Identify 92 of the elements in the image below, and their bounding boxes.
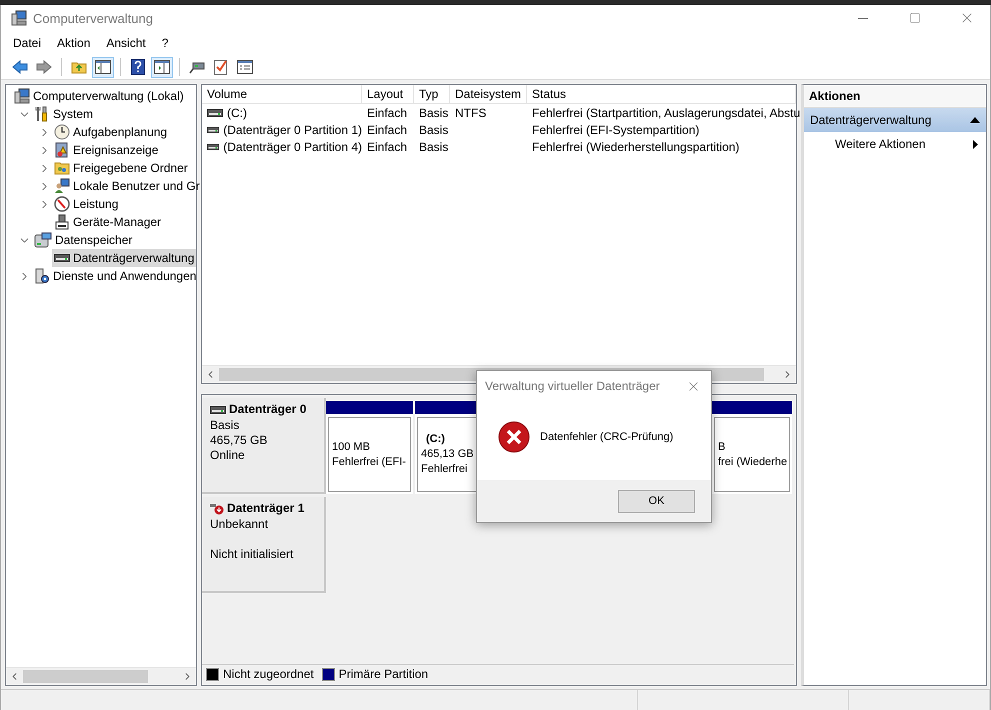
help-icon	[131, 59, 145, 75]
table-cell: (C:)	[227, 106, 247, 120]
checklist-icon	[214, 59, 228, 75]
column-header[interactable]: Typ	[414, 85, 450, 104]
drive-icon	[207, 142, 220, 150]
tree-item[interactable]: Dienste und Anwendungen	[32, 267, 198, 285]
folder-icon	[71, 60, 87, 74]
tools-icon	[34, 106, 50, 122]
menu-item[interactable]: Datei	[5, 33, 50, 53]
partition-status: Fehlerfrei	[421, 462, 468, 477]
partition-block[interactable]: B frei (Wiederhe	[712, 401, 792, 494]
properties-icon	[237, 60, 253, 74]
disk-status: Online	[210, 448, 246, 463]
device-icon	[54, 214, 70, 230]
table-cell: Basis	[419, 140, 448, 154]
disk-info-panel[interactable]: Datenträger 0 Basis 465,75 GB Online	[202, 398, 326, 494]
actions-header: Aktionen	[804, 85, 986, 108]
table-cell: (Datenträger 0 Partition 1)	[223, 122, 362, 136]
column-header[interactable]: Volume	[202, 85, 362, 104]
table-cell: Basis	[419, 122, 448, 136]
disk-type: Unbekannt	[210, 517, 270, 532]
action-link[interactable]: Weitere Aktionen	[804, 132, 986, 156]
partition-size: 465,13 GB	[421, 447, 474, 462]
partition-status: frei (Wiederhe	[718, 454, 788, 470]
table-cell: Fehlerfrei (Wiederherstellungspartition)	[532, 140, 740, 154]
error-icon	[498, 420, 530, 452]
tree-item[interactable]: Datenspeicher	[32, 231, 196, 249]
drive-icon	[54, 254, 70, 262]
disk-size: 465,75 GB	[210, 433, 268, 448]
gauge-icon	[54, 196, 70, 212]
dialog-title: Verwaltung virtueller Datenträger	[485, 379, 661, 393]
submenu-triangle-icon	[973, 140, 978, 148]
toolbar-button[interactable]	[92, 56, 114, 78]
ok-button[interactable]: OK	[618, 490, 695, 512]
pane-icon	[95, 60, 111, 74]
tree-item[interactable]: Leistung	[52, 195, 196, 213]
menu-item[interactable]: ?	[154, 33, 176, 53]
clock-icon	[54, 124, 70, 140]
table-cell: Fehlerfrei (EFI-Systempartition)	[532, 122, 700, 136]
tree-item[interactable]: Datenträgerverwaltung	[52, 249, 196, 267]
drive-icon	[210, 406, 226, 414]
tree-item[interactable]: Lokale Benutzer und Gr	[52, 177, 202, 195]
disk-info-panel[interactable]: Datenträger 1 Unbekannt Nicht initialisiert	[202, 497, 326, 593]
tree-item[interactable]: Ereignisanzeige	[52, 141, 196, 159]
tree-item[interactable]: Freigegebene Ordner	[52, 159, 196, 177]
tree-item[interactable]: Aufgabenplanung	[52, 123, 196, 141]
partition-size: 100 MB	[332, 440, 370, 454]
pane-icon	[154, 60, 170, 74]
shared-folder-icon	[54, 160, 70, 176]
table-cell: NTFS	[455, 106, 486, 120]
log-book-icon	[54, 142, 70, 158]
partition-size: B	[718, 440, 726, 454]
maximize-icon	[909, 12, 921, 24]
column-header[interactable]: Status	[527, 85, 796, 104]
computer-icon	[11, 10, 27, 26]
services-icon	[34, 268, 50, 284]
column-header[interactable]: Dateisystem	[450, 85, 527, 104]
table-cell: Einfach	[367, 106, 408, 120]
actions-section[interactable]: Datenträgerverwaltung	[804, 108, 986, 132]
drive-icon	[207, 126, 220, 134]
disk-status: Nicht initialisiert	[210, 547, 294, 562]
column-header[interactable]: Layout	[362, 85, 414, 104]
tree-item[interactable]: System	[32, 105, 196, 123]
table-cell: Basis	[419, 106, 448, 120]
drive-icon	[207, 108, 223, 116]
connector-icon	[189, 60, 205, 74]
storage-icon	[34, 232, 52, 248]
tree-item[interactable]: Computerverwaltung (Lokal)	[12, 87, 196, 105]
computer-icon	[14, 88, 30, 104]
table-cell: Einfach	[367, 122, 408, 136]
partition-status: Fehlerfrei (EFI-	[332, 454, 406, 470]
users-icon	[54, 178, 70, 194]
forward-arrow-icon	[36, 60, 52, 74]
partition-label: (C:)	[425, 432, 445, 447]
scrollbar-thumb[interactable]	[23, 670, 148, 683]
legend-label: Nicht zugeordnet	[223, 667, 314, 681]
dialog-message: Datenfehler (CRC-Prüfung)	[540, 430, 674, 442]
table-cell: Fehlerfrei (Startpartition, Auslagerungsdatei, Abstu	[532, 106, 800, 120]
drive-error-icon	[210, 502, 224, 514]
menu-item[interactable]: Ansicht	[98, 33, 154, 53]
back-arrow-icon	[12, 60, 28, 74]
window-title: Computerverwaltung	[33, 10, 154, 26]
tree-item[interactable]: Geräte-Manager	[52, 213, 196, 231]
legend-label: Primäre Partition	[338, 667, 428, 681]
table-cell: Einfach	[367, 140, 408, 154]
menu-item[interactable]: Aktion	[49, 33, 98, 53]
table-cell: (Datenträger 0 Partition 4)	[223, 140, 362, 154]
toolbar-button[interactable]	[151, 56, 173, 78]
disk-type: Basis	[210, 418, 240, 433]
partition-block[interactable]: 100 MB Fehlerfrei (EFI-	[326, 401, 413, 494]
disk-name: Datenträger 1	[227, 501, 304, 516]
disk-name: Datenträger 0	[229, 402, 306, 417]
